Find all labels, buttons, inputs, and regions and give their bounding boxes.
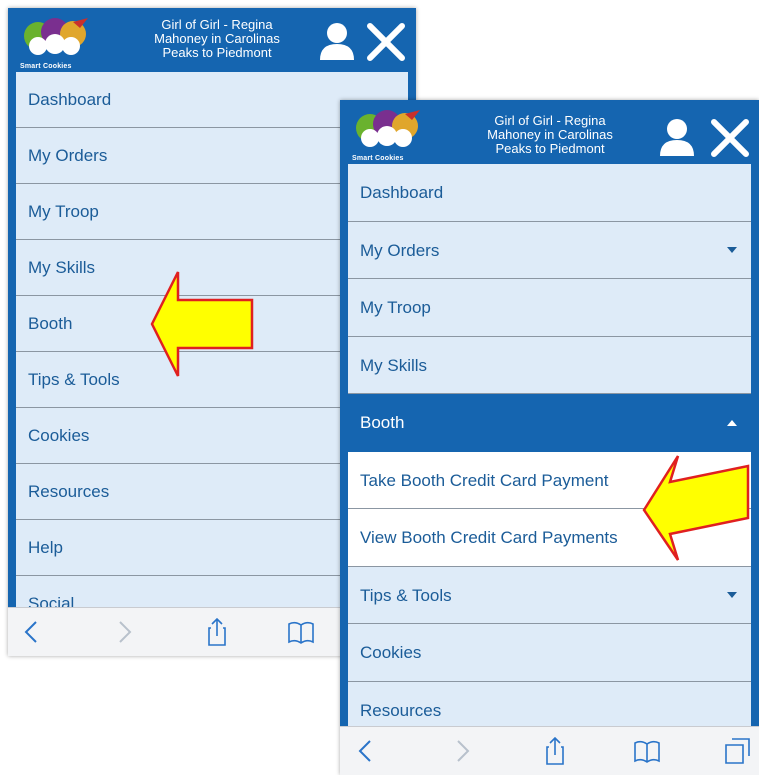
menu-item-label: My Skills	[360, 355, 428, 375]
menu-item-label: Resources	[360, 700, 442, 720]
forward-icon[interactable]	[446, 737, 476, 765]
menu-item-my-skills[interactable]: My Skills	[348, 337, 751, 394]
close-icon[interactable]	[366, 22, 406, 62]
user-icon[interactable]	[658, 118, 696, 158]
chevron-down-icon[interactable]	[727, 591, 737, 598]
right-phone-screen: Smart Cookies Girl of Girl - Regina Maho…	[340, 100, 759, 775]
cookie-characters-icon	[356, 110, 420, 147]
menu-item-label: Cookies	[360, 643, 422, 662]
app-header: Smart Cookies Girl of Girl - Regina Maho…	[340, 100, 759, 164]
smart-cookies-logo: Smart Cookies	[18, 14, 98, 72]
menu-item-label: My Orders	[360, 240, 440, 260]
share-icon[interactable]	[202, 618, 232, 646]
tabs-icon[interactable]	[722, 737, 752, 765]
menu-item-label: View Booth Credit Card Payments	[360, 528, 618, 547]
chevron-down-icon[interactable]	[727, 246, 737, 253]
cookie-characters-icon	[24, 18, 88, 55]
chevron-up-icon[interactable]	[727, 419, 737, 426]
pointer-arrow	[150, 271, 254, 377]
menu-item-label: My Troop	[360, 298, 431, 317]
nav-menu: Dashboard My Orders My Troop My Skills B…	[348, 164, 751, 739]
share-icon[interactable]	[540, 737, 570, 765]
menu-item-label: Tips & Tools	[360, 585, 452, 605]
browser-toolbar	[340, 726, 759, 775]
header-title: Girl of Girl - Regina Mahoney in Carolin…	[154, 17, 280, 60]
menu-item-cookies[interactable]: Cookies	[348, 624, 751, 682]
menu-item-label: Take Booth Credit Card Payment	[360, 470, 609, 490]
menu-item-my-orders[interactable]: My Orders	[348, 222, 751, 279]
smart-cookies-logo: Smart Cookies	[350, 106, 430, 164]
forward-icon[interactable]	[108, 618, 138, 646]
menu-item-tips-tools[interactable]: Tips & Tools	[348, 567, 751, 624]
menu-item-my-troop[interactable]: My Troop	[348, 279, 751, 337]
menu-item-label: Booth	[360, 413, 405, 432]
bookmarks-icon[interactable]	[286, 618, 316, 646]
back-icon[interactable]	[352, 737, 382, 765]
menu-item-label: Dashboard	[360, 183, 444, 202]
logo-text: Smart Cookies	[20, 63, 72, 70]
app-header: Smart Cookies Girl of Girl - Regina Maho…	[8, 8, 416, 72]
menu-item-booth[interactable]: Booth	[348, 394, 751, 452]
menu-item-dashboard[interactable]: Dashboard	[348, 164, 751, 222]
close-icon[interactable]	[710, 118, 750, 158]
pointer-arrow	[642, 455, 750, 561]
header-title: Girl of Girl - Regina Mahoney in Carolin…	[487, 113, 613, 156]
back-icon[interactable]	[18, 618, 48, 646]
user-icon[interactable]	[318, 22, 356, 62]
logo-text: Smart Cookies	[352, 155, 404, 162]
bookmarks-icon[interactable]	[632, 737, 662, 765]
